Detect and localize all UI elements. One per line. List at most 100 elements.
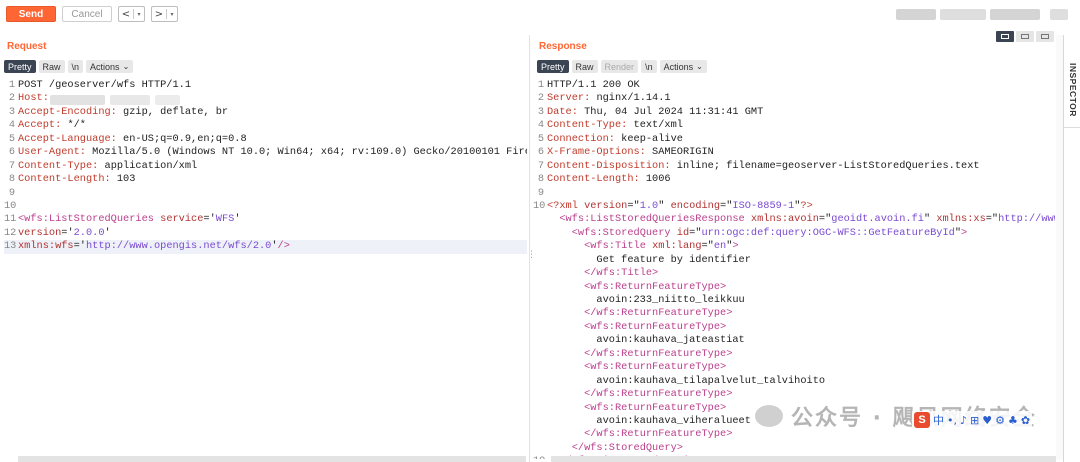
ime-chinese-mode-icon[interactable]: 中: [933, 412, 944, 428]
response-line[interactable]: 4 Content-Type: text/xml: [533, 119, 1055, 132]
response-line[interactable]: 7 Content-Disposition: inline; filename=g…: [533, 160, 1055, 173]
response-line[interactable]: </wfs:ReturnFeatureType>: [533, 348, 1055, 361]
response-vertical-scrollbar[interactable]: [1056, 35, 1063, 460]
line-content: Accept-Encoding: gzip, deflate, br: [18, 106, 228, 119]
code-token: version: [18, 226, 62, 239]
ime-more-icon[interactable]: ✿: [1021, 414, 1030, 427]
response-line[interactable]: 9: [533, 187, 1055, 200]
response-line[interactable]: </wfs:Title>: [533, 267, 1055, 280]
response-line[interactable]: avoin:233_niitto_leikkuu: [533, 294, 1055, 307]
code-token: 103: [110, 173, 136, 186]
response-line[interactable]: 10 <?xml version="1.0" encoding="ISO-8859…: [533, 200, 1055, 213]
response-actions-button[interactable]: Actions ⌄: [659, 60, 707, 73]
request-editor[interactable]: 1 POST /geoserver/wfs HTTP/1.1 2 Host: 3 Acc…: [4, 79, 527, 459]
layout-side-by-side-icon[interactable]: [996, 31, 1014, 42]
response-line[interactable]: avoin:kauhava_jateastiat: [533, 334, 1055, 347]
response-line[interactable]: <wfs:StoredQuery id="urn:ogc:def:query:O…: [533, 227, 1055, 240]
line-content: xmlns:wfs='http://www.opengis.net/wfs/2.…: [18, 240, 290, 253]
ime-skin-icon[interactable]: ♥: [982, 414, 992, 427]
response-line[interactable]: 5 Connection: keep-alive: [533, 133, 1055, 146]
response-horizontal-scrollbar[interactable]: [551, 456, 1056, 462]
forward-history-dropdown-icon[interactable]: ▾: [167, 7, 177, 21]
request-line[interactable]: 6 User-Agent: Mozilla/5.0 (Windows NT 10.…: [4, 146, 527, 159]
code-token: =": [985, 213, 999, 226]
inspector-panel[interactable]: INSPECTOR: [1063, 35, 1080, 462]
request-line[interactable]: 12 version='2.0.0': [4, 227, 527, 240]
request-horizontal-scrollbar[interactable]: [18, 456, 526, 462]
response-tab-newline[interactable]: \n: [641, 60, 657, 73]
response-tab-pretty[interactable]: Pretty: [537, 60, 569, 73]
response-line[interactable]: </wfs:ReturnFeatureType>: [533, 307, 1055, 320]
ime-settings-icon[interactable]: ⚙: [995, 414, 1005, 427]
code-token: =": [701, 240, 714, 253]
ime-voice-icon[interactable]: ♪: [960, 414, 967, 427]
response-actions-label: Actions: [663, 61, 694, 72]
ime-logo-icon[interactable]: S: [914, 412, 930, 428]
response-line[interactable]: </wfs:StoredQuery>: [533, 442, 1055, 455]
line-number: 6: [537, 146, 544, 159]
code-token: Server:: [547, 92, 591, 105]
send-button[interactable]: Send: [6, 6, 56, 22]
code-token: encoding: [670, 199, 721, 212]
request-line[interactable]: 3 Accept-Encoding: gzip, deflate, br: [4, 106, 527, 119]
request-line[interactable]: 7 Content-Type: application/xml: [4, 160, 527, 173]
code-token: >: [732, 240, 739, 253]
line-number: [533, 213, 547, 226]
response-line[interactable]: <wfs:ReturnFeatureType>: [533, 321, 1055, 334]
response-tab-raw[interactable]: Raw: [571, 60, 598, 73]
code-token: Date:: [547, 105, 578, 118]
line-number: 7: [8, 159, 15, 172]
request-actions-button[interactable]: Actions ⌄: [86, 60, 134, 73]
forward-arrow-icon[interactable]: >: [152, 7, 166, 21]
line-content: Get feature by identifier: [547, 254, 751, 267]
response-line[interactable]: 2 Server: nginx/1.14.1: [533, 92, 1055, 105]
request-line[interactable]: 5 Accept-Language: en-US;q=0.9,en;q=0.8: [4, 133, 527, 146]
response-tab-render[interactable]: Render: [600, 60, 639, 73]
response-line[interactable]: <wfs:ListStoredQueriesResponse xmlns:avo…: [533, 213, 1055, 226]
code-token: Get feature by identifier: [547, 253, 751, 266]
code-token: SAMEORIGIN: [645, 146, 714, 159]
response-line[interactable]: <wfs:ReturnFeatureType>: [533, 281, 1055, 294]
ime-toolbar: S 中 •, ♪ ⊞ ♥ ⚙ ♣ ✿: [912, 411, 1033, 429]
request-tab-newline[interactable]: \n: [67, 60, 84, 73]
request-line[interactable]: 4 Accept: */*: [4, 119, 527, 132]
line-number: 5: [8, 132, 15, 145]
layout-tabs-icon[interactable]: [1036, 31, 1054, 42]
cancel-button[interactable]: Cancel: [62, 6, 112, 22]
code-token: WFS: [215, 213, 235, 226]
response-line[interactable]: 6 X-Frame-Options: SAMEORIGIN: [533, 146, 1055, 159]
request-tab-raw[interactable]: Raw: [38, 60, 65, 73]
response-line[interactable]: avoin:kauhava_tilapalvelut_talvihoito: [533, 375, 1055, 388]
wechat-logo-icon: [755, 405, 783, 427]
request-line[interactable]: 8 Content-Length: 103: [4, 173, 527, 186]
layout-horizontal-icon[interactable]: [1016, 31, 1034, 42]
ime-toolbox-icon[interactable]: ♣: [1008, 414, 1018, 427]
response-line[interactable]: 1 HTTP/1.1 200 OK: [533, 79, 1055, 92]
code-token: inline; filename=geoserver-ListStoredQue…: [670, 159, 980, 172]
request-tab-pretty[interactable]: Pretty: [4, 60, 36, 73]
response-line[interactable]: 8 Content-Length: 1006: [533, 173, 1055, 186]
ime-keyboard-icon[interactable]: ⊞: [970, 414, 979, 427]
code-token: version: [584, 199, 628, 212]
response-line[interactable]: 3 Date: Thu, 04 Jul 2024 11:31:41 GMT: [533, 106, 1055, 119]
back-history-dropdown-icon[interactable]: ▾: [134, 7, 144, 21]
line-number: 9: [537, 186, 544, 199]
response-line[interactable]: <wfs:ReturnFeatureType>: [533, 361, 1055, 374]
ime-punctuation-icon[interactable]: •,: [947, 414, 957, 427]
code-token: ': [234, 213, 241, 226]
response-line[interactable]: <wfs:Title xml:lang="en">: [533, 240, 1055, 253]
request-line[interactable]: 13 xmlns:wfs='http://www.opengis.net/wfs/…: [4, 240, 527, 254]
code-token: =': [203, 213, 216, 226]
response-line[interactable]: Get feature by identifier: [533, 254, 1055, 267]
request-line[interactable]: 10: [4, 200, 527, 213]
request-line[interactable]: 11 <wfs:ListStoredQueries service='WFS': [4, 213, 527, 226]
back-arrow-icon[interactable]: <: [119, 7, 133, 21]
pane-divider[interactable]: [529, 35, 530, 462]
request-line[interactable]: 1 POST /geoserver/wfs HTTP/1.1: [4, 79, 527, 92]
code-token: Host:: [18, 92, 49, 105]
request-line[interactable]: 9: [4, 187, 527, 200]
